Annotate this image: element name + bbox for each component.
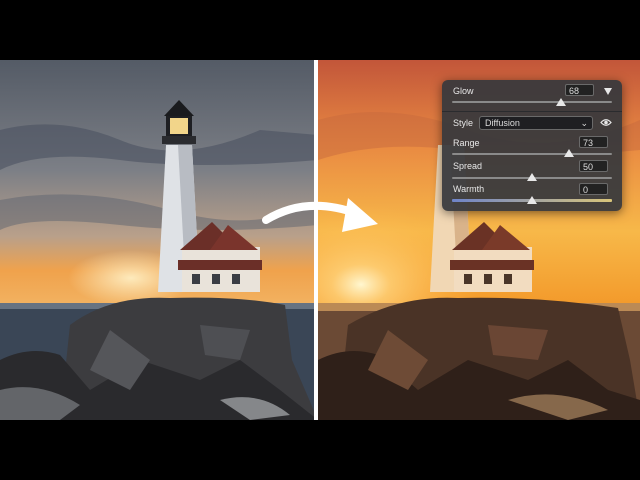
chevron-down-icon: ⌄: [580, 118, 588, 128]
range-slider-thumb[interactable]: [564, 149, 574, 157]
style-select[interactable]: Diffusion ⌄: [479, 116, 593, 130]
glow-slider-track[interactable]: [452, 101, 612, 103]
warmth-value-field[interactable]: 0: [579, 183, 608, 195]
spread-label: Spread: [453, 161, 483, 171]
warmth-control: Warmth 0: [452, 181, 612, 204]
spread-value-field[interactable]: 50: [579, 160, 608, 172]
style-control: Style Diffusion ⌄: [452, 116, 612, 132]
glow-slider-thumb[interactable]: [556, 98, 566, 106]
curved-arrow-icon: [262, 198, 378, 232]
glow-label: Glow: [453, 86, 474, 96]
eye-icon[interactable]: [600, 118, 612, 127]
glow-value-field[interactable]: 68: [565, 84, 594, 96]
range-label: Range: [453, 138, 480, 148]
glow-control: Glow 68: [452, 84, 612, 112]
style-select-value: Diffusion: [485, 118, 520, 128]
collapse-triangle-icon[interactable]: [604, 88, 612, 95]
warmth-slider-thumb[interactable]: [527, 196, 537, 204]
spread-control: Spread 50: [452, 158, 612, 181]
range-slider-track[interactable]: [452, 153, 612, 155]
glow-adjustment-panel: Glow 68 Style Diffusion ⌄ Range 73 Sprea…: [442, 80, 622, 211]
range-control: Range 73: [452, 136, 612, 158]
range-value-field[interactable]: 73: [579, 136, 608, 148]
spread-slider-thumb[interactable]: [527, 173, 537, 181]
style-label: Style: [453, 118, 474, 128]
divider: [442, 111, 622, 112]
before-photo: [0, 60, 318, 420]
warmth-label: Warmth: [453, 184, 485, 194]
